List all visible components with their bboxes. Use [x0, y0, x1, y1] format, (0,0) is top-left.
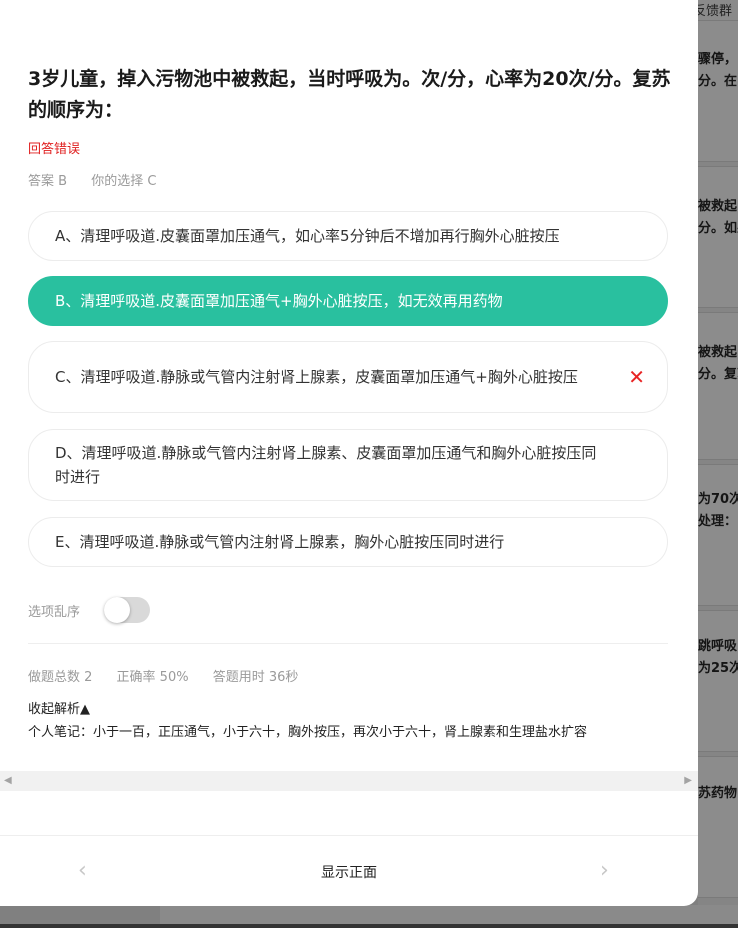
- correct-answer: 答案 B: [28, 174, 68, 189]
- accuracy: 正确率 50%: [116, 670, 189, 685]
- shuffle-toggle[interactable]: [104, 597, 150, 623]
- background-card: [698, 464, 738, 606]
- background-snippet: 被救起，: [698, 199, 738, 214]
- personal-notes: 个人笔记：小于一百，正压通气，小于六十，胸外按压，再次小于六十，肾上腺素和生理盐…: [28, 725, 588, 740]
- background-snippet: 为70次: [698, 492, 738, 507]
- background-snippet: 分。如果: [698, 221, 738, 236]
- option-text: E、清理呼吸道.静脉或气管内注射肾上腺素，胸外心脏按压同时进行: [55, 533, 505, 551]
- option-text: A、清理呼吸道.皮囊面罩加压通气，如心率5分钟后不增加再行胸外心脏按压: [55, 227, 560, 245]
- option-text: C、清理呼吸道.静脉或气管内注射肾上腺素，皮囊面罩加压通气+胸外心脏按压: [55, 368, 578, 386]
- total-count: 做题总数 2: [28, 670, 93, 685]
- background-card: [698, 756, 738, 898]
- feedback-group-label: 反馈群: [692, 4, 732, 19]
- toggle-knob: [104, 597, 130, 623]
- background-snippet: 骤停，: [698, 52, 738, 67]
- background-snippet: 为25次: [698, 661, 738, 676]
- option-text: B、清理呼吸道.皮囊面罩加压通气+胸外心脏按压，如无效再用药物: [55, 292, 503, 310]
- option-d[interactable]: D、清理呼吸道.静脉或气管内注射肾上腺素、皮囊面罩加压通气和胸外心脏按压同时进行: [28, 429, 668, 501]
- background-card: [698, 312, 738, 460]
- option-a[interactable]: A、清理呼吸道.皮囊面罩加压通气，如心率5分钟后不增加再行胸外心脏按压: [28, 211, 668, 261]
- question-title: 3岁儿童，掉入污物池中被救起，当时呼吸为。次/分，心率为20次/分。复苏的顺序为…: [28, 68, 671, 121]
- background-card: [698, 610, 738, 752]
- option-c-selected-wrong[interactable]: C、清理呼吸道.静脉或气管内注射肾上腺素，皮囊面罩加压通气+胸外心脏按压 ✕: [28, 341, 668, 413]
- stats-row: 做题总数 2 正确率 50% 答题用时 36秒: [28, 666, 318, 685]
- option-b-correct[interactable]: B、清理呼吸道.皮囊面罩加压通气+胸外心脏按压，如无效再用药物: [28, 276, 668, 326]
- answer-status: 回答错误: [28, 142, 81, 157]
- option-text: D、清理呼吸道.静脉或气管内注射肾上腺素、皮囊面罩加压通气和胸外心脏按压同时进行: [55, 444, 597, 486]
- background-snippet: 苏药物: [698, 786, 738, 801]
- time-spent: 答题用时 36秒: [212, 670, 299, 685]
- wrong-mark-icon: ✕: [628, 365, 645, 389]
- background-snippet: 分。在: [698, 74, 738, 89]
- background-snippet: 分。复苏: [698, 367, 738, 382]
- background-snippet: 处理：: [698, 514, 738, 529]
- scroll-left-arrow-icon[interactable]: ◀: [4, 775, 12, 786]
- divider: [28, 643, 668, 644]
- your-choice: 你的选择 C: [91, 174, 157, 189]
- horizontal-scrollbar[interactable]: ◀ ▶: [0, 771, 698, 791]
- option-e[interactable]: E、清理呼吸道.静脉或气管内注射肾上腺素，胸外心脏按压同时进行: [28, 517, 668, 567]
- background-bottom-edge: [0, 924, 738, 928]
- background-snippet: 被救起，: [698, 345, 738, 360]
- answer-info: 答案 B 你的选择 C: [28, 170, 176, 189]
- scroll-right-arrow-icon[interactable]: ▶: [684, 775, 692, 786]
- question-modal: 3岁儿童，掉入污物池中被救起，当时呼吸为。次/分，心率为20次/分。复苏的顺序为…: [0, 0, 698, 906]
- show-front-button[interactable]: 显示正面: [0, 862, 698, 882]
- next-arrow-icon[interactable]: ›: [600, 858, 609, 883]
- footer-divider: [0, 835, 698, 836]
- collapse-analysis-button[interactable]: 收起解析▲: [28, 698, 90, 717]
- background-snippet: 跳呼吸: [698, 639, 738, 654]
- shuffle-label: 选项乱序: [28, 605, 81, 620]
